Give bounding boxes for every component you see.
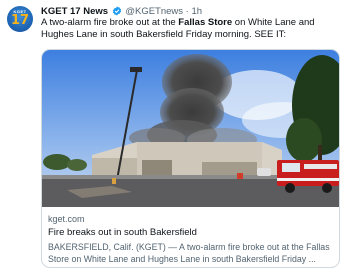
fire-photo[interactable] xyxy=(42,50,339,207)
link-preview-card[interactable]: kget.com Fire breaks out in south Bakers… xyxy=(41,49,340,268)
tweet-text-start: A two-alarm fire broke out at the xyxy=(41,17,179,28)
card-title[interactable]: Fire breaks out in south Bakersfield xyxy=(48,227,333,239)
avatar-number: 17 xyxy=(10,13,30,28)
account-name[interactable]: KGET 17 News xyxy=(41,6,108,17)
tweet-text-bold: Fallas Store xyxy=(178,17,233,28)
card-domain: kget.com xyxy=(48,214,85,224)
account-handle[interactable]: @KGETnews xyxy=(125,6,183,17)
tweet-timestamp[interactable]: 1h xyxy=(191,6,202,17)
tweet-text: A two-alarm fire broke out at the Fallas… xyxy=(41,17,341,41)
separator-dot: · xyxy=(185,6,189,17)
card-description: BAKERSFIELD, Calif. (KGET) — A two-alarm… xyxy=(48,242,330,264)
avatar[interactable]: KGET 17 xyxy=(7,6,33,32)
card-meta[interactable]: kget.com Fire breaks out in south Bakers… xyxy=(48,213,333,265)
tweet[interactable]: KGET 17 KGET 17 News @KGETnews · 1h A tw… xyxy=(0,0,350,276)
